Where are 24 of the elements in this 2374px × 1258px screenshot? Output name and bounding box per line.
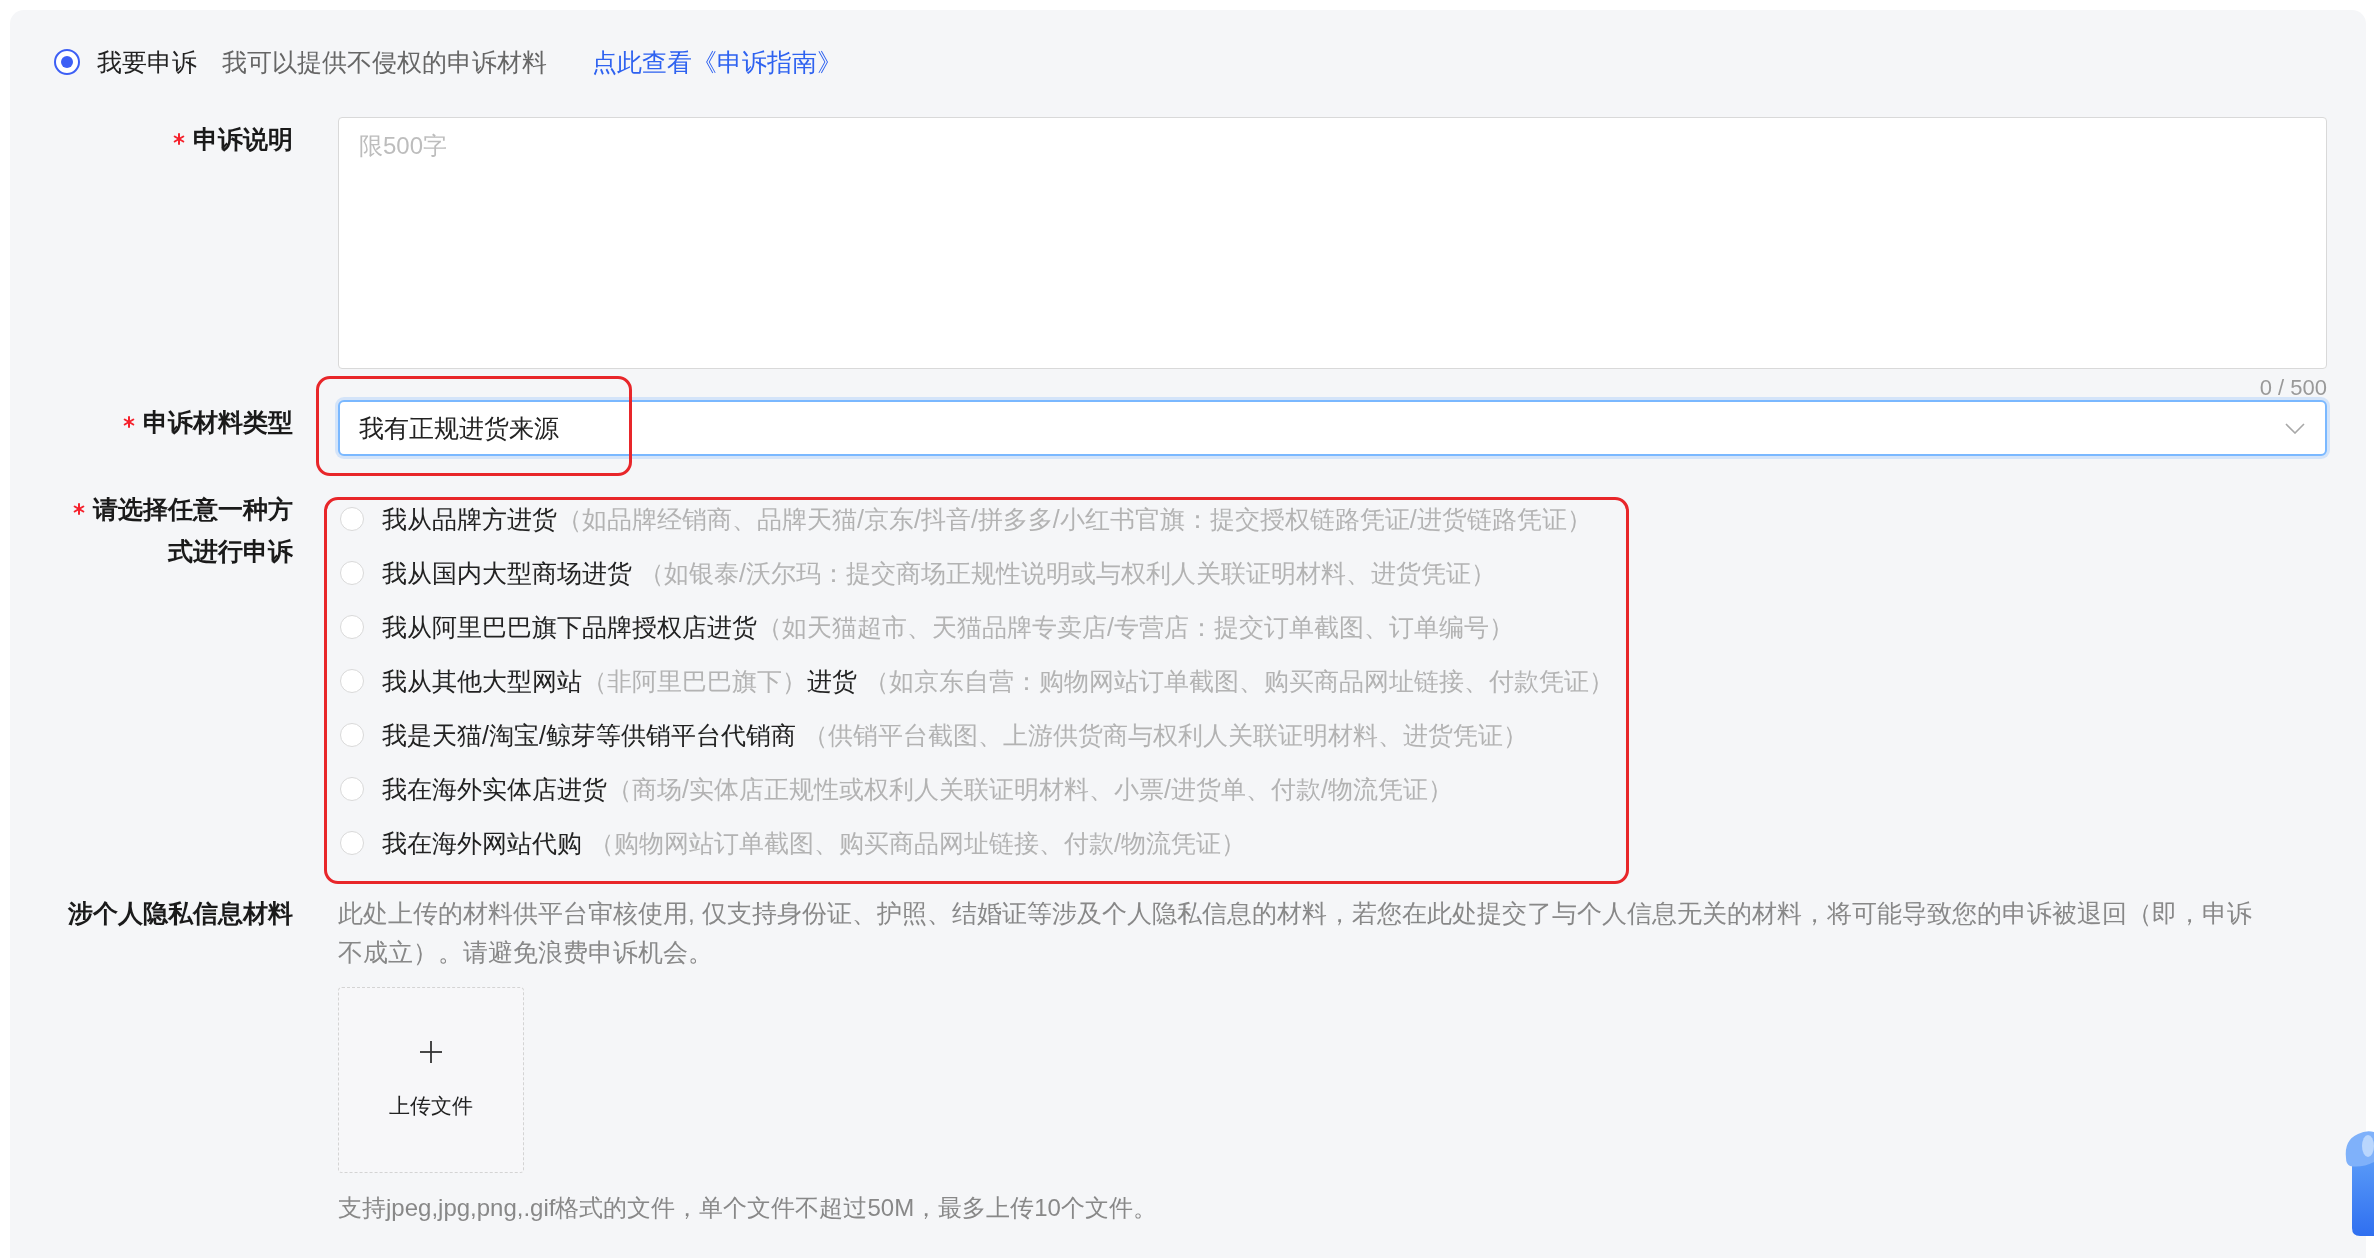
radio-option[interactable]: 我从品牌方进货（如品牌经销商、品牌天猫/京东/抖音/拼多多/小红书官旗：提交授权链路凭证/进货链路凭证） bbox=[340, 492, 1592, 546]
choice-description: 我可以提供不侵权的申诉材料 bbox=[222, 46, 547, 78]
upload-button[interactable]: 上传文件 bbox=[338, 987, 524, 1173]
upload-hint: 支持jpeg,jpg,png,.gif格式的文件，单个文件不超过50M，最多上传10个文件。 bbox=[338, 1194, 1157, 1221]
character-counter: 0 / 500 bbox=[2259, 375, 2327, 400]
field-label: 申诉说明 bbox=[193, 125, 293, 153]
radio-option[interactable]: 我在海外网站代购 （购物网站订单截图、购买商品网址链接、付款/物流凭证） bbox=[340, 816, 1246, 870]
radio-option[interactable]: 我从阿里巴巴旗下品牌授权店进货（如天猫超市、天猫品牌专卖店/专营店：提交订单截图、订单编号） bbox=[340, 600, 1514, 654]
radio-option[interactable]: 我从其他大型网站（非阿里巴巴旗下）进货 （如京东自营：购物网站订单截图、购买商品网址链接、付款凭证） bbox=[340, 654, 1614, 708]
field-label: 涉个人隐私信息材料 bbox=[68, 899, 293, 927]
radio-option[interactable]: 我要申诉 bbox=[54, 45, 197, 79]
privacy-notice: 此处上传的材料供平台审核使用, 仅支持身份证、护照、结婚证等涉及个人隐私信息的材料，若您在此处提交了与个人信息无关的材料，将可能导致您的申诉被退回（即，申诉不成立）。请避免浪费申诉机会。 bbox=[338, 900, 2252, 966]
field-label: 申诉材料类型 bbox=[143, 408, 293, 436]
radio-option[interactable]: 我从国内大型商场进货 （如银泰/沃尔玛：提交商场正规性说明或与权利人关联证明材料、进货凭证） bbox=[340, 546, 1496, 600]
plus-icon bbox=[420, 1040, 442, 1063]
side-tab-icon[interactable] bbox=[2344, 1128, 2374, 1238]
chevron-down-icon bbox=[2285, 422, 2305, 434]
radio-option[interactable]: 我在海外实体店进货（商场/实体店正规性或权利人关联证明材料、小票/进货单、付款/物流凭证） bbox=[340, 762, 1453, 816]
description-textarea[interactable]: 限500字 bbox=[338, 117, 2327, 369]
radio-option[interactable]: 我是天猫/淘宝/鲸芽等供销平台代销商 （供销平台截图、上游供货商与权利人关联证明材料、进货凭证） bbox=[340, 708, 1528, 762]
material-type-select[interactable]: 我有正规进货来源 bbox=[338, 400, 2327, 456]
guide-link[interactable]: 点此查看《申诉指南》 bbox=[592, 45, 842, 79]
radio-icon[interactable] bbox=[54, 49, 80, 75]
field-label: 请选择任意一种方式进行申诉 bbox=[93, 495, 293, 565]
